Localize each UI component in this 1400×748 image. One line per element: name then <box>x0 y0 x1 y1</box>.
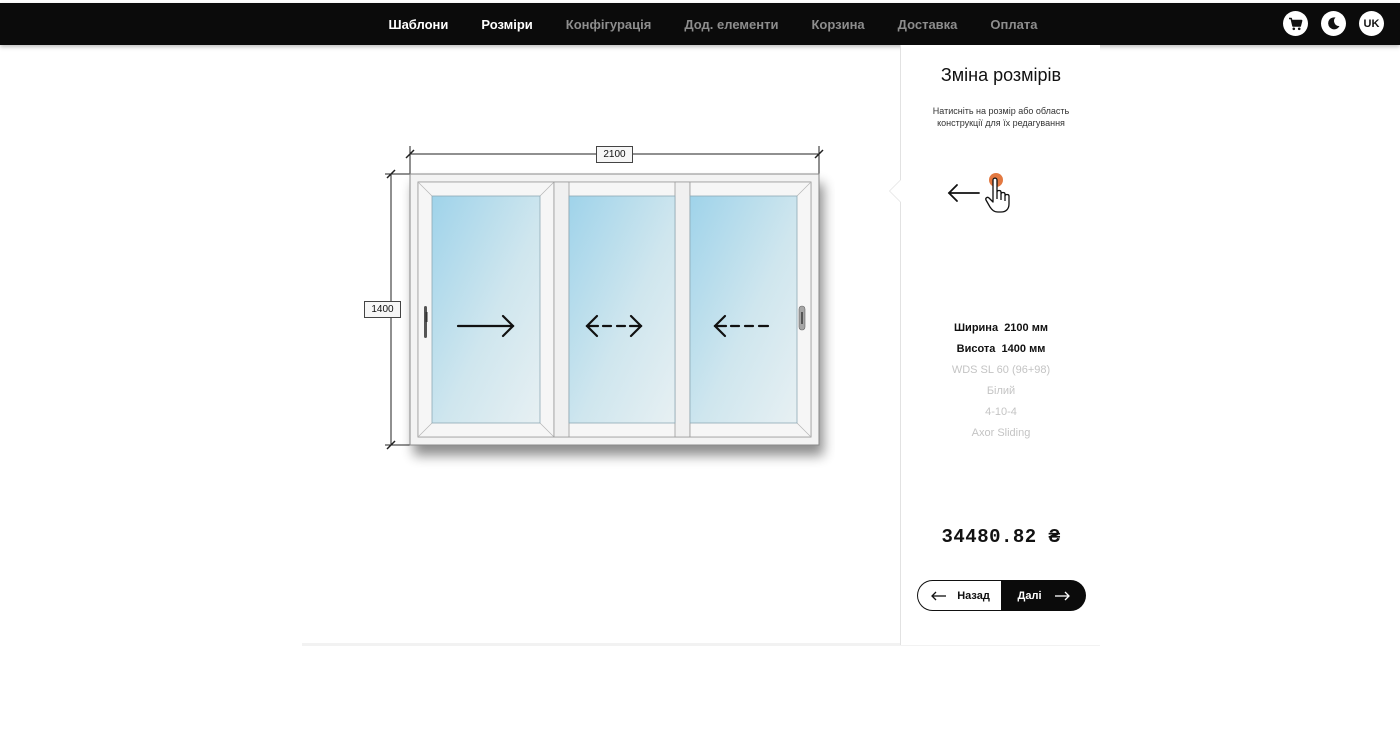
theme-toggle-button[interactable] <box>1321 11 1346 36</box>
tap-hint-illustration <box>947 173 1010 213</box>
cart-icon <box>1289 17 1303 30</box>
spec-profile: WDS SL 60 (96+98) <box>951 364 1051 376</box>
sizes-side-panel: Зміна розмірів Натисніть на розмір або о… <box>900 45 1100 645</box>
cart-button[interactable] <box>1283 11 1308 36</box>
spec-hardware: Axor Sliding <box>971 427 1031 439</box>
window-drawing[interactable] <box>355 140 835 470</box>
sash-left[interactable] <box>417 181 555 438</box>
nav-item-templates[interactable]: Шаблони <box>372 17 465 32</box>
panel-pointer-notch <box>890 180 901 202</box>
moon-icon <box>1328 17 1340 30</box>
spec-height-value: 1400 мм <box>1001 343 1046 355</box>
spec-height-row: Висота 1400 мм <box>901 339 1101 360</box>
sash-middle[interactable] <box>553 181 691 438</box>
nav-item-extra-elements[interactable]: Дод. елементи <box>668 17 795 32</box>
panel-title: Зміна розмірів <box>940 65 1062 85</box>
arrow-right-icon <box>1054 591 1070 600</box>
language-button[interactable]: UK <box>1359 11 1384 36</box>
nav-item-sizes[interactable]: Розміри <box>465 17 549 32</box>
back-button-label: Назад <box>957 589 990 602</box>
nav-item-cart[interactable]: Корзина <box>795 17 881 32</box>
top-navigation-bar: Шаблони Розміри Конфігурація Дод. елемен… <box>0 3 1400 45</box>
nav-item-configuration[interactable]: Конфігурація <box>549 17 668 32</box>
back-button[interactable]: Назад <box>917 580 1003 611</box>
nav-item-delivery[interactable]: Доставка <box>881 17 974 32</box>
language-label: UK <box>1363 17 1380 30</box>
height-dimension-label[interactable]: 1400 <box>364 301 401 318</box>
width-dimension-label[interactable]: 2100 <box>596 146 633 163</box>
arrow-left-icon <box>931 591 947 600</box>
arrow-left-icon <box>947 184 980 202</box>
total-price: 34480.82 ₴ <box>941 526 1061 548</box>
pointing-hand-icon <box>985 177 1010 213</box>
top-actions: UK <box>1283 11 1384 36</box>
spec-width-row: Ширина 2100 мм <box>901 318 1101 339</box>
step-navigation: Шаблони Розміри Конфігурація Дод. елемен… <box>372 3 1054 45</box>
spec-glass: 4-10-4 <box>985 406 1017 418</box>
spec-color: Білий <box>986 385 1016 397</box>
spec-width-value: 2100 мм <box>1004 322 1048 334</box>
next-button-label: Далі <box>1017 589 1042 602</box>
spec-height-label: Висота <box>956 343 996 355</box>
panel-hint: Натисніть на розмір або область конструк… <box>932 106 1070 128</box>
sash-right[interactable] <box>689 181 812 438</box>
handle-right-icon <box>798 305 806 331</box>
handle-left-icon <box>424 306 428 338</box>
configuration-summary: Ширина 2100 мм Висота 1400 мм WDS SL 60 … <box>901 318 1101 444</box>
next-button[interactable]: Далі <box>1001 580 1086 611</box>
nav-item-payment[interactable]: Оплата <box>974 17 1054 32</box>
spec-width-label: Ширина <box>954 322 999 334</box>
